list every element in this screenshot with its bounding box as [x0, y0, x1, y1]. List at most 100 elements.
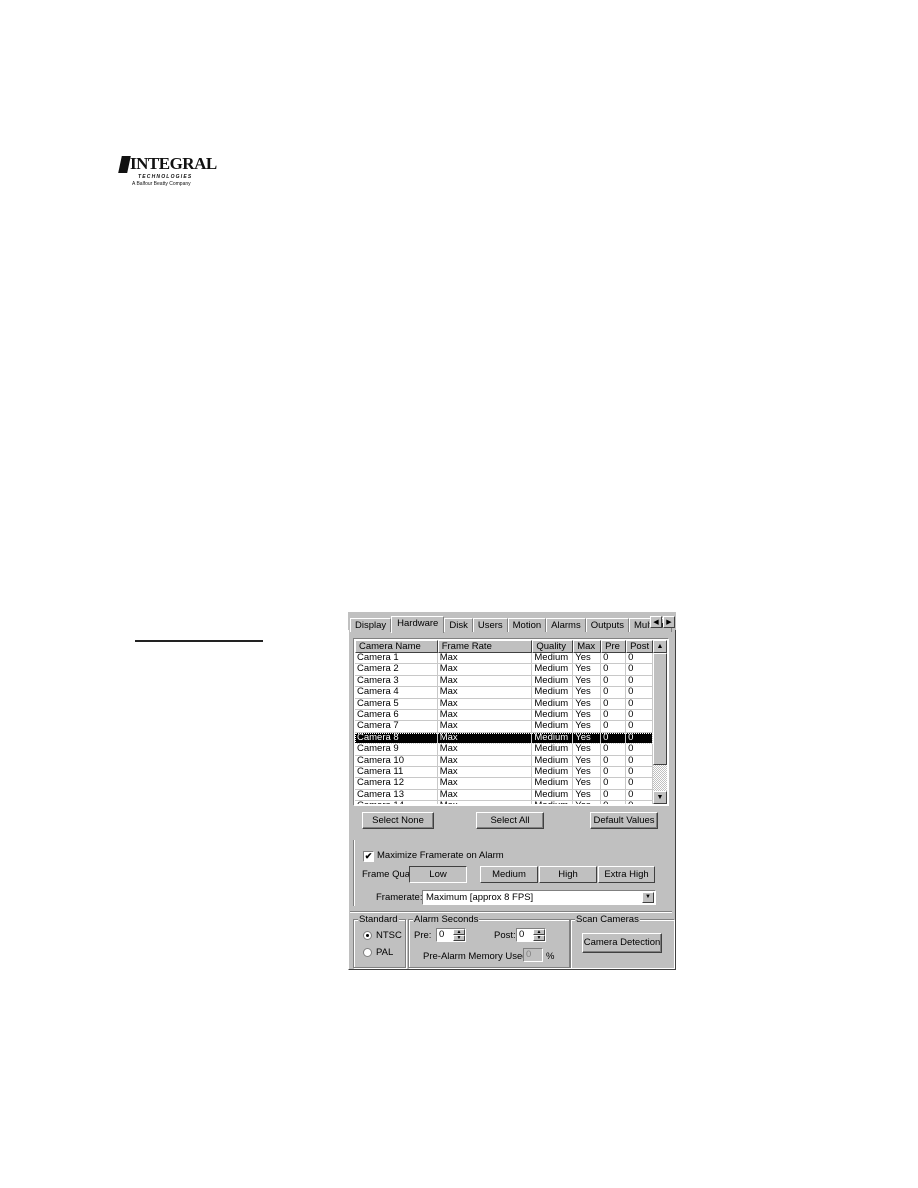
cell-camera-name: Camera 9 [355, 744, 438, 755]
cell-pre: 0 [601, 755, 627, 766]
cell-quality: Medium [532, 721, 574, 732]
chevron-down-icon[interactable]: ▼ [642, 892, 654, 903]
cell-quality: Medium [532, 778, 574, 789]
camera-list[interactable]: Camera Name Frame Rate Quality Max Pre Post C… [353, 638, 669, 806]
table-row[interactable]: Camera 5 Max Medium Yes 0 0 [355, 698, 653, 710]
cell-post: 0 [626, 766, 653, 778]
tab-hardware[interactable]: Hardware [391, 616, 445, 633]
table-row[interactable]: Camera 2 Max Medium Yes 0 0 [355, 664, 653, 676]
quality-low-button[interactable]: Low [409, 866, 467, 883]
tab-scroll-right-button[interactable]: ▶ [663, 616, 675, 628]
cell-post: 0 [626, 744, 653, 755]
table-row[interactable]: Camera 7 Max Medium Yes 0 0 [355, 721, 653, 733]
cell-camera-name: Camera 14 [355, 801, 438, 804]
post-seconds-spinner[interactable]: 0 ▲ ▼ [516, 928, 546, 942]
cell-post: 0 [626, 755, 653, 766]
framerate-value: Maximum [approx 8 FPS] [426, 892, 534, 903]
spin-down-icon[interactable]: ▼ [453, 935, 465, 941]
quality-medium-button[interactable]: Medium [480, 866, 538, 883]
ntsc-radio[interactable] [363, 931, 372, 940]
cell-post: 0 [626, 653, 653, 664]
cell-quality: Medium [532, 698, 574, 709]
cell-pre: 0 [601, 698, 627, 709]
cell-frame-rate: Max [438, 721, 533, 732]
quality-high-button[interactable]: High [539, 866, 597, 883]
tab-users[interactable]: Users [472, 618, 508, 632]
cell-pre: 0 [601, 744, 627, 755]
cell-camera-name: Camera 11 [355, 766, 438, 778]
cell-frame-rate: Max [438, 789, 533, 801]
column-header-camera-name[interactable]: Camera Name [355, 640, 438, 653]
cell-quality: Medium [532, 675, 574, 687]
cell-frame-rate: Max [438, 732, 533, 744]
cell-frame-rate: Max [438, 687, 533, 698]
table-row[interactable]: Camera 10 Max Medium Yes 0 0 [355, 755, 653, 767]
default-values-button[interactable]: Default Values [590, 812, 658, 829]
cell-quality: Medium [532, 664, 574, 675]
standard-group-title: Standard [358, 914, 399, 925]
cell-frame-rate: Max [438, 778, 533, 789]
table-row[interactable]: Camera 3 Max Medium Yes 0 0 [355, 675, 653, 688]
tab-display[interactable]: Display [350, 618, 392, 632]
quality-extra-high-button[interactable]: Extra High [598, 866, 655, 883]
table-row[interactable]: Camera 12 Max Medium Yes 0 0 [355, 778, 653, 790]
table-row[interactable]: Camera 4 Max Medium Yes 0 0 [355, 687, 653, 699]
cell-pre: 0 [601, 675, 627, 687]
pal-radio[interactable] [363, 948, 372, 957]
select-all-button[interactable]: Select All [476, 812, 544, 829]
cell-max: Yes [573, 709, 602, 721]
tab-outputs[interactable]: Outputs [585, 618, 629, 632]
maximize-framerate-checkbox[interactable]: ✔ [363, 851, 374, 862]
cell-quality: Medium [532, 732, 574, 744]
table-row[interactable]: Camera 8 Max Medium Yes 0 0 [355, 732, 653, 745]
list-scrollbar[interactable]: ▲ ▼ [653, 640, 667, 804]
cell-post: 0 [626, 721, 653, 732]
post-label: Post: [494, 930, 516, 941]
table-row[interactable]: Camera 6 Max Medium Yes 0 0 [355, 709, 653, 722]
cell-camera-name: Camera 10 [355, 755, 438, 766]
logo-brand: INTEGRAL [130, 154, 217, 173]
tab-alarms[interactable]: Alarms [546, 618, 586, 632]
scroll-thumb[interactable] [653, 653, 667, 765]
cell-frame-rate: Max [438, 698, 533, 709]
cell-frame-rate: Max [438, 709, 533, 721]
cell-camera-name: Camera 12 [355, 778, 438, 789]
tab-motion[interactable]: Motion [507, 618, 547, 632]
cell-pre: 0 [601, 721, 627, 732]
memory-unit: % [546, 951, 555, 962]
cell-camera-name: Camera 4 [355, 687, 438, 698]
column-header-max[interactable]: Max [573, 640, 602, 653]
column-header-frame-rate[interactable]: Frame Rate [437, 640, 533, 653]
framerate-dropdown[interactable]: Maximum [approx 8 FPS] ▼ [422, 890, 656, 905]
cell-post: 0 [626, 778, 653, 789]
cell-post: 0 [626, 709, 653, 721]
hardware-settings-dialog: Display Hardware Disk Users Motion Alarms Outp… [348, 612, 676, 970]
cell-max: Yes [573, 766, 602, 778]
cell-camera-name: Camera 6 [355, 709, 438, 721]
spin-down-icon[interactable]: ▼ [533, 935, 545, 941]
list-body: Camera 1 Max Medium Yes 0 0 Camera 2 Max Medium Y… [355, 653, 653, 804]
cell-frame-rate: Max [438, 766, 533, 778]
tab-disk[interactable]: Disk [444, 618, 473, 632]
table-row[interactable]: Camera 14MaxMediumYes00 [355, 801, 653, 804]
column-header-post[interactable]: Post [626, 640, 653, 653]
cell-max: Yes [573, 789, 602, 801]
cell-quality: Medium [532, 789, 574, 801]
table-row[interactable]: Camera 9 Max Medium Yes 0 0 [355, 744, 653, 756]
column-header-quality[interactable]: Quality [532, 640, 574, 653]
table-row[interactable]: Camera 13 Max Medium Yes 0 0 [355, 789, 653, 802]
cell-frame-rate: Max [438, 801, 533, 804]
pre-seconds-spinner[interactable]: 0 ▲ ▼ [436, 928, 466, 942]
table-row[interactable]: Camera 1 Max Medium Yes 0 0 [355, 653, 653, 665]
column-header-pre[interactable]: Pre [601, 640, 627, 653]
pre-seconds-value: 0 [439, 929, 445, 940]
camera-detection-button[interactable]: Camera Detection [582, 933, 662, 953]
table-row[interactable]: Camera 11 Max Medium Yes 0 0 [355, 766, 653, 779]
cell-pre: 0 [601, 653, 627, 664]
scroll-down-icon[interactable]: ▼ [653, 791, 667, 804]
cell-post: 0 [626, 687, 653, 698]
tab-scroll-left-button[interactable]: ◀ [650, 616, 662, 628]
cell-camera-name: Camera 7 [355, 721, 438, 732]
scroll-up-icon[interactable]: ▲ [653, 640, 667, 653]
select-none-button[interactable]: Select None [362, 812, 434, 829]
